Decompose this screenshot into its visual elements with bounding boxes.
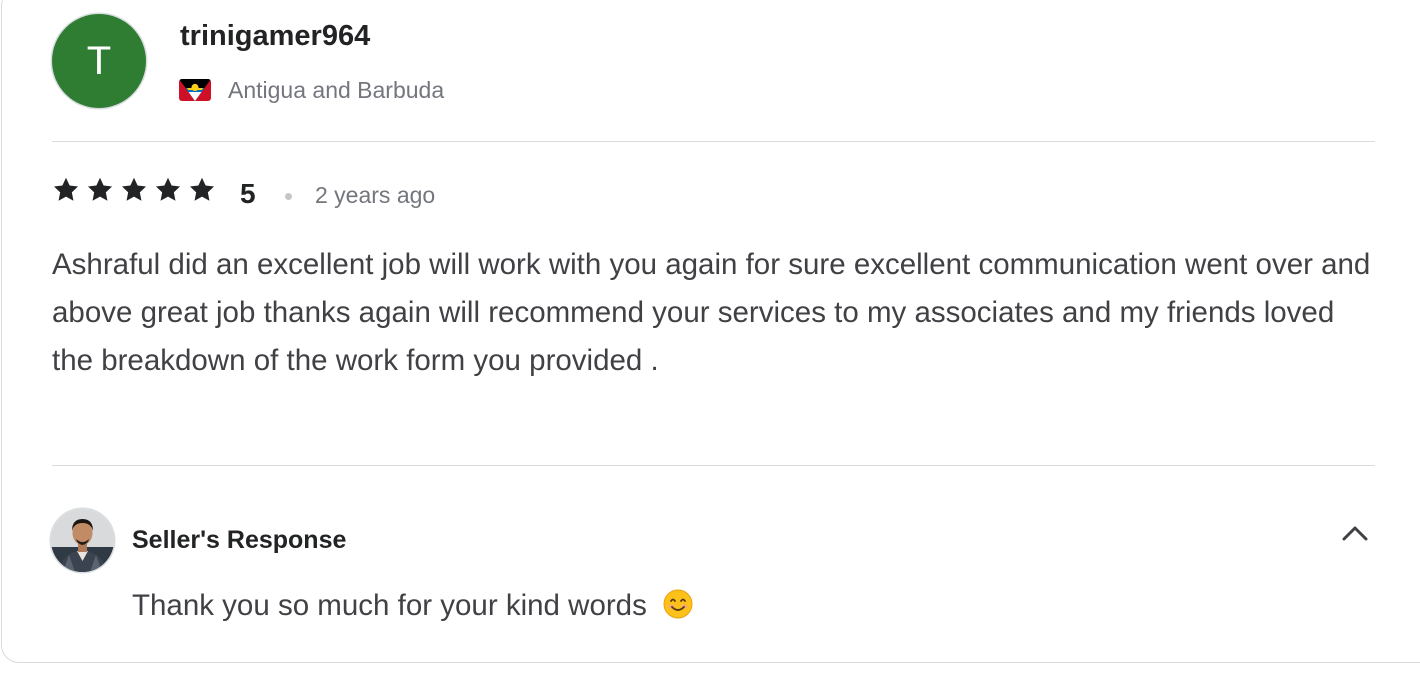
response-divider <box>52 465 1375 466</box>
seller-avatar <box>51 509 114 572</box>
reviewer-username[interactable]: trinigamer964 <box>180 16 370 56</box>
star-icon <box>120 176 148 204</box>
star-icon <box>188 176 216 204</box>
reviewer-avatar[interactable]: T <box>52 14 146 108</box>
star-icon <box>86 176 114 204</box>
rating-value: 5 <box>240 178 256 209</box>
smiling-face-icon <box>663 589 693 630</box>
separator-dot <box>285 193 292 200</box>
seller-response-text: Thank you so much for your kind words <box>132 589 647 622</box>
header-divider <box>52 141 1375 142</box>
reviewer-initial: T <box>86 39 112 83</box>
antigua-and-barbuda-flag-icon <box>179 79 211 101</box>
review-time: 2 years ago <box>315 182 436 208</box>
review-text: Ashraful did an excellent job will work … <box>52 248 1371 377</box>
reviewer-country: Antigua and Barbuda <box>228 77 445 103</box>
star-rating <box>52 176 216 204</box>
seller-response-text-row: Thank you so much for your kind words <box>132 586 693 630</box>
seller-response-title: Seller's Response <box>132 526 347 554</box>
star-icon <box>52 176 80 204</box>
chevron-up-icon[interactable] <box>1340 522 1370 544</box>
star-icon <box>154 176 182 204</box>
